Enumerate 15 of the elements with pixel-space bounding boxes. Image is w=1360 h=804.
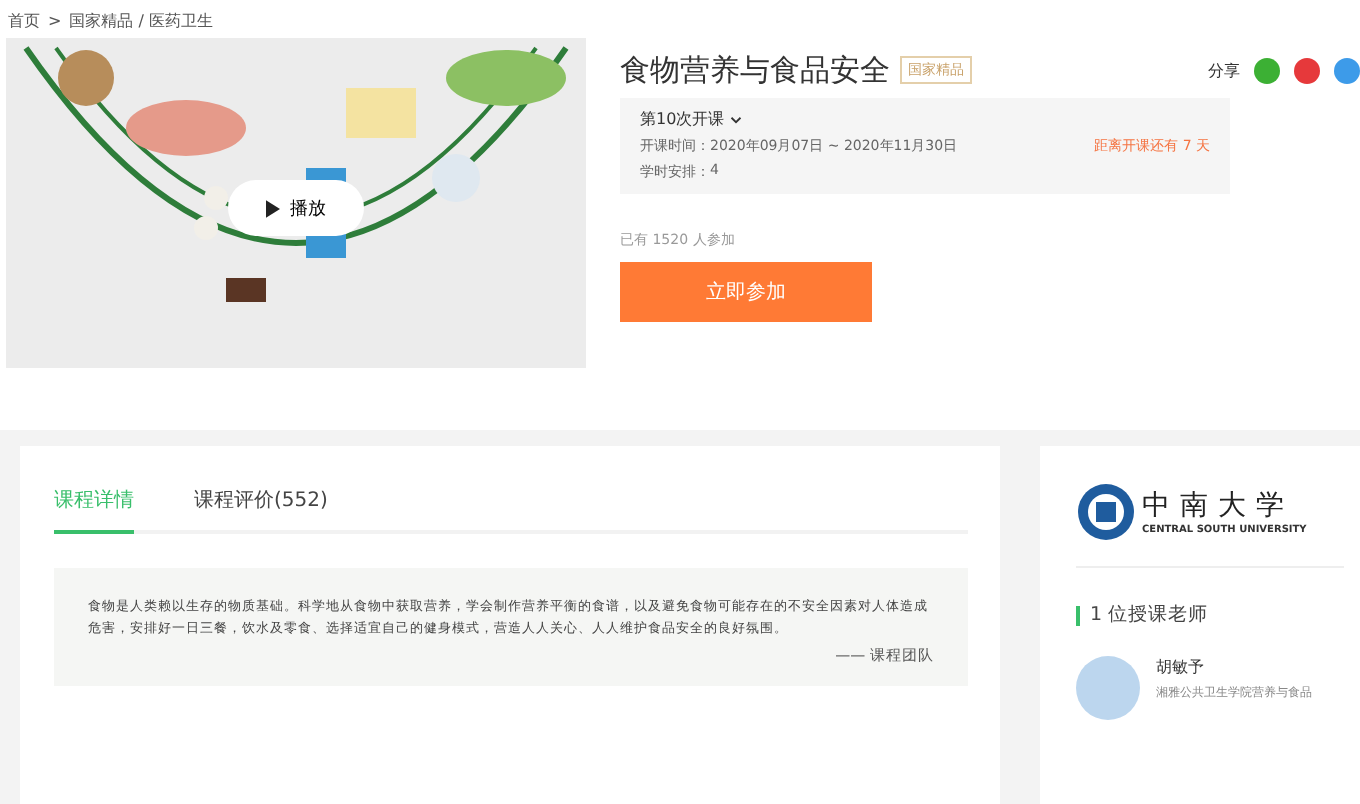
breadcrumb-item[interactable]: 国家精品 / 医药卫生 — [69, 9, 213, 31]
session-dropdown[interactable]: 第10次开课 — [640, 108, 1210, 130]
play-icon — [266, 199, 280, 217]
breadcrumb-item[interactable]: 首页 — [8, 9, 40, 31]
share-label: 分享 — [1208, 59, 1240, 81]
university-name: 中南大学 — [1142, 488, 1296, 524]
avatar[interactable] — [1076, 656, 1140, 720]
chevron-down-icon — [729, 115, 742, 124]
teacher-name[interactable]: 胡敏予 — [1156, 656, 1312, 678]
tab[interactable]: 课程评价(552) — [194, 486, 328, 534]
university-emblem-icon — [1076, 482, 1136, 542]
teacher-heading: 1 位授课老师 — [1090, 602, 1209, 628]
play-button[interactable]: 播放 — [228, 180, 364, 236]
course-title: 食物营养与食品安全 — [620, 51, 890, 89]
breadcrumb-item[interactable]: > — [48, 11, 62, 29]
